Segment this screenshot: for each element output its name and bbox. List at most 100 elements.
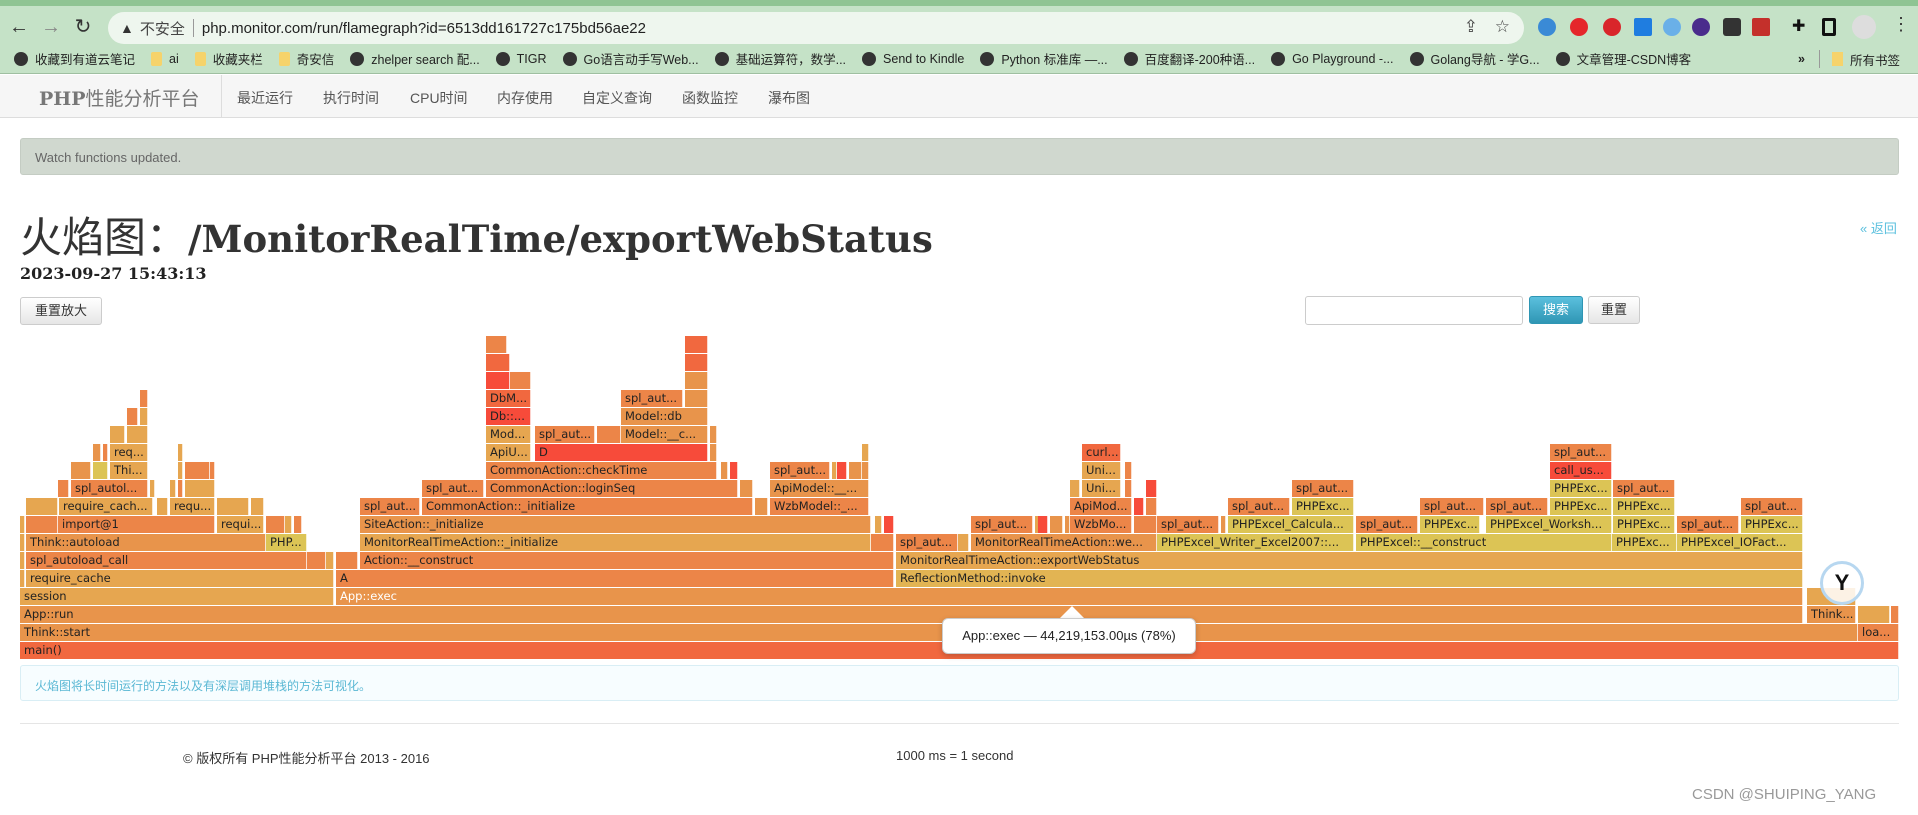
- flame-frame[interactable]: [958, 534, 969, 551]
- flame-frame[interactable]: [185, 462, 210, 479]
- floating-assistant-icon[interactable]: Y: [1820, 561, 1864, 605]
- flame-frame[interactable]: Uni...: [1082, 480, 1121, 497]
- flame-frame[interactable]: spl_aut...: [1356, 516, 1418, 533]
- extension-icon[interactable]: [1752, 18, 1770, 36]
- bookmark-item[interactable]: 基础运算符，数学...: [714, 49, 846, 68]
- flame-frame[interactable]: [510, 372, 531, 389]
- flame-frame[interactable]: [1125, 462, 1132, 479]
- flame-frame[interactable]: spl_aut...: [896, 534, 958, 551]
- flame-frame[interactable]: Think::start: [20, 624, 1858, 641]
- flame-frame[interactable]: [740, 480, 753, 497]
- flame-frame[interactable]: [178, 444, 183, 461]
- flame-frame[interactable]: [185, 480, 215, 497]
- flame-frame[interactable]: ReflectionMethod::invoke: [896, 570, 1803, 587]
- flame-frame[interactable]: [26, 498, 58, 515]
- back-link[interactable]: « 返回: [1860, 218, 1897, 237]
- flame-frame[interactable]: [336, 552, 358, 569]
- flame-frame[interactable]: DbM...: [486, 390, 531, 407]
- bookmark-item[interactable]: zhelper search 配...: [350, 49, 480, 68]
- flame-frame[interactable]: [685, 336, 708, 353]
- flame-frame[interactable]: PHPExc...: [1420, 516, 1480, 533]
- flame-frame[interactable]: [20, 534, 25, 551]
- nav-item[interactable]: 最近运行: [237, 88, 293, 108]
- flame-frame[interactable]: MonitorRealTimeAction::exportWebStatus: [896, 552, 1803, 569]
- flame-frame[interactable]: PHPExcel_IOFact...: [1677, 534, 1803, 551]
- flame-frame[interactable]: [1134, 516, 1157, 533]
- flame-frame[interactable]: [685, 372, 708, 389]
- flame-frame[interactable]: [58, 480, 69, 497]
- download-extension-icon[interactable]: [1634, 18, 1652, 36]
- flame-frame[interactable]: [20, 570, 25, 587]
- flame-frame[interactable]: [884, 516, 894, 533]
- flame-frame[interactable]: [875, 516, 882, 533]
- flame-frame[interactable]: CommonAction::checkTime: [486, 462, 717, 479]
- flame-frame[interactable]: [1050, 516, 1063, 533]
- nav-item[interactable]: 瀑布图: [768, 88, 810, 108]
- flame-frame[interactable]: MonitorRealTimeAction::we...: [971, 534, 1157, 551]
- extension-icon[interactable]: [1538, 18, 1556, 36]
- avatar[interactable]: [1852, 15, 1876, 39]
- flame-frame[interactable]: spl_aut...: [1741, 498, 1803, 515]
- flame-graph[interactable]: main() Think::start loa... App::run Think...…: [20, 336, 1899, 660]
- flame-frame[interactable]: Thi...: [110, 462, 148, 479]
- bookmark-item[interactable]: 奇安信: [278, 49, 334, 68]
- flame-frame[interactable]: [285, 516, 292, 533]
- flame-frame[interactable]: spl_aut...: [1157, 516, 1219, 533]
- flame-frame[interactable]: MonitorRealTimeAction::_initialize: [360, 534, 871, 551]
- flame-frame[interactable]: PHPExc...: [1292, 498, 1354, 515]
- bookmark-item[interactable]: 收藏夹栏: [194, 49, 263, 68]
- flame-frame[interactable]: spl_aut...: [1292, 480, 1354, 497]
- flame-frame[interactable]: [26, 516, 58, 533]
- bookmark-item[interactable]: Python 标准库 —...: [980, 49, 1108, 68]
- flame-frame[interactable]: [486, 372, 510, 389]
- flame-frame[interactable]: [685, 354, 708, 371]
- bookmark-item[interactable]: TIGR: [495, 51, 547, 66]
- flame-frame[interactable]: [849, 462, 862, 479]
- bookmark-item[interactable]: Golang导航 - 学G...: [1409, 49, 1540, 68]
- flame-frame[interactable]: spl_autoload_call: [26, 552, 307, 569]
- flame-frame[interactable]: Think...: [1807, 606, 1856, 623]
- reload-icon[interactable]: ↻: [70, 14, 96, 40]
- flame-frame[interactable]: [20, 552, 25, 569]
- flame-frame[interactable]: [157, 498, 168, 515]
- flame-frame[interactable]: [127, 426, 148, 443]
- bookmark-item[interactable]: Go语言动手写Web...: [562, 49, 699, 68]
- flame-frame[interactable]: [150, 480, 155, 497]
- sidepanel-icon[interactable]: [1822, 18, 1836, 36]
- flame-frame[interactable]: [1858, 606, 1890, 623]
- flame-frame[interactable]: [1146, 480, 1157, 497]
- flame-frame[interactable]: [1125, 480, 1132, 497]
- flame-frame[interactable]: PHPExc...: [1741, 516, 1803, 533]
- flame-frame[interactable]: [1038, 516, 1048, 533]
- flame-frame[interactable]: D: [535, 444, 708, 461]
- flame-frame[interactable]: [294, 516, 302, 533]
- more-bookmarks-button[interactable]: »: [1798, 52, 1805, 66]
- search-button[interactable]: 搜索: [1529, 296, 1583, 324]
- flame-frame[interactable]: [93, 462, 108, 479]
- flame-frame[interactable]: Model::db: [621, 408, 708, 425]
- flame-frame[interactable]: PHPExc...: [1613, 516, 1675, 533]
- flame-frame[interactable]: [1221, 516, 1226, 533]
- flame-frame[interactable]: App::run: [20, 606, 1803, 623]
- flame-frame[interactable]: [710, 426, 717, 443]
- flame-frame[interactable]: PHPExcel::__construct: [1356, 534, 1612, 551]
- flame-frame[interactable]: loa...: [1858, 624, 1899, 641]
- star-icon[interactable]: ☆: [1495, 17, 1510, 37]
- flame-frame[interactable]: [1891, 606, 1899, 623]
- bookmark-item[interactable]: Go Playground -...: [1271, 51, 1394, 66]
- flame-frame[interactable]: [755, 498, 768, 515]
- flame-frame[interactable]: Model::__c...: [621, 426, 708, 443]
- flame-frame[interactable]: [93, 444, 101, 461]
- flame-frame[interactable]: SiteAction::_initialize: [360, 516, 871, 533]
- flame-frame[interactable]: [251, 498, 264, 515]
- share-icon[interactable]: ⇪: [1464, 17, 1478, 37]
- flame-frame[interactable]: spl_aut...: [1677, 516, 1739, 533]
- x-extension-icon[interactable]: [1723, 18, 1741, 36]
- flame-frame[interactable]: [597, 426, 621, 443]
- flame-frame[interactable]: [486, 354, 510, 371]
- flame-frame[interactable]: [1070, 480, 1080, 497]
- flame-frame[interactable]: PHPExcel_Worksh...: [1486, 516, 1612, 533]
- flame-frame[interactable]: curl...: [1082, 444, 1121, 461]
- flame-frame[interactable]: WzbMo...: [1070, 516, 1132, 533]
- flame-frame[interactable]: call_us...: [1550, 462, 1612, 479]
